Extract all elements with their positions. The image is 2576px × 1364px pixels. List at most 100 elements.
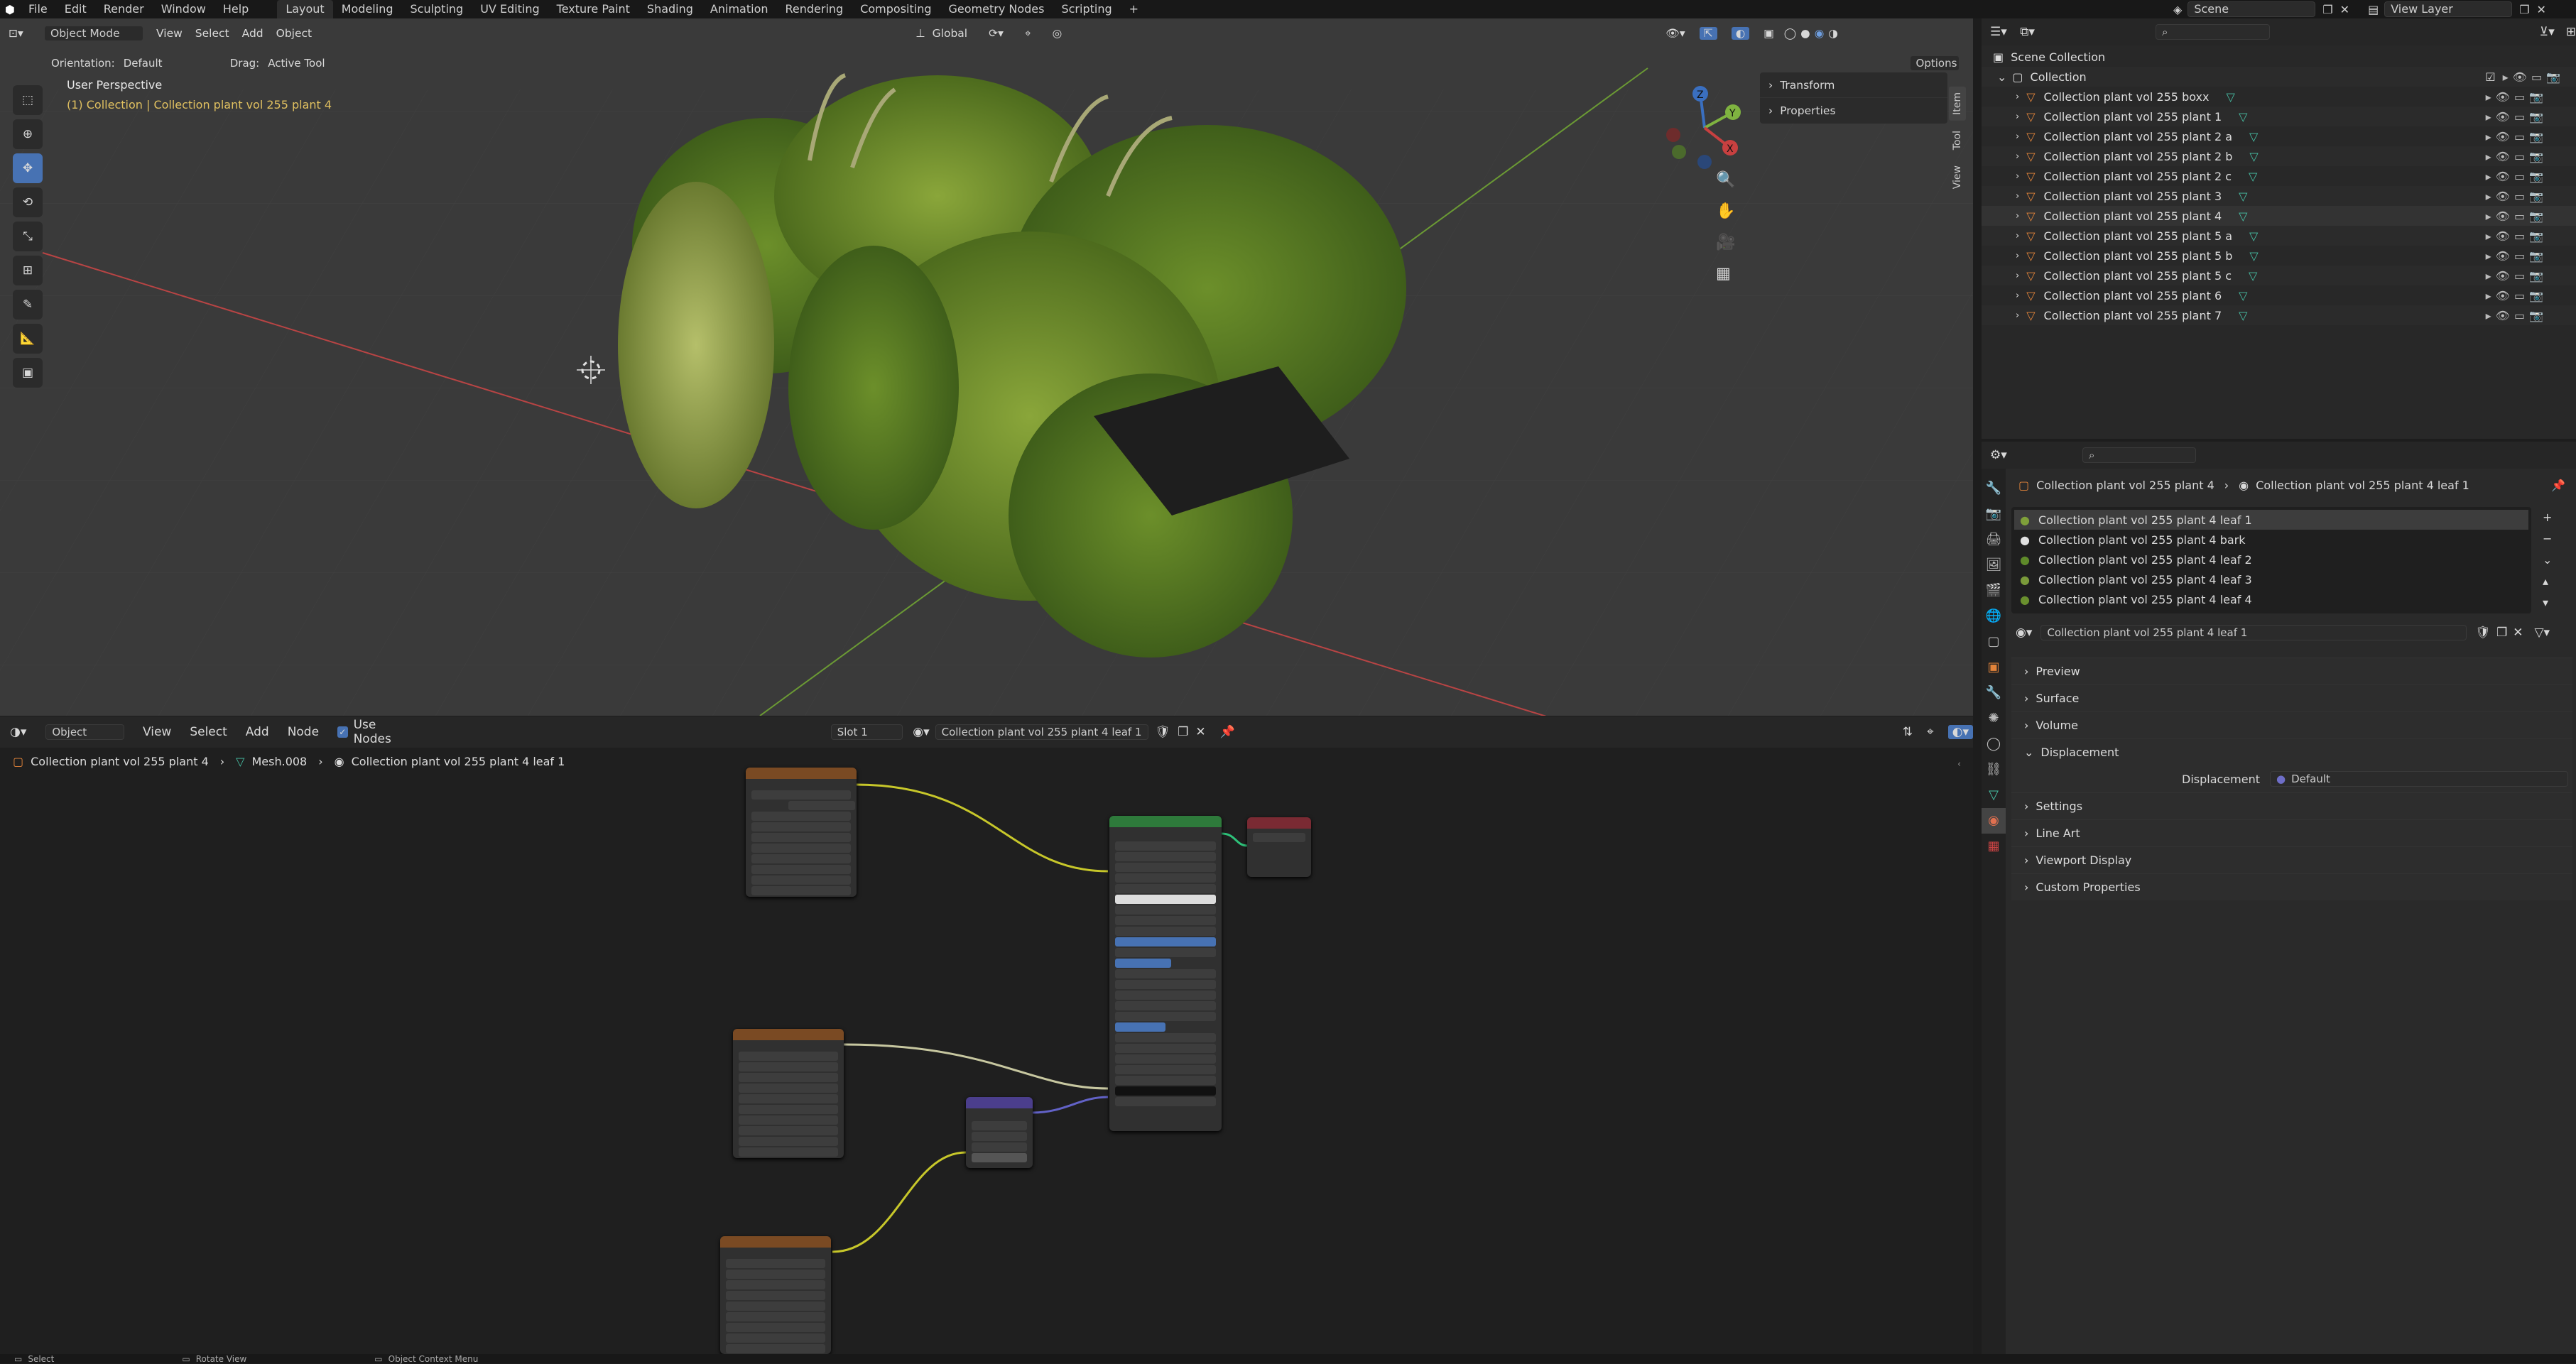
expand-arrow-icon[interactable]: › <box>2016 310 2019 321</box>
render-tab-icon[interactable]: 📷 <box>1982 501 2006 527</box>
row-controls-icon[interactable]: ▸👁▭📷 <box>2486 229 2548 243</box>
move-slot-up-icon[interactable]: ▴ <box>2543 571 2552 592</box>
outliner-row[interactable]: › ▽ Collection plant vol 255 plant 5 b ▽ ▸👁▭… <box>1982 246 2576 266</box>
expand-arrow-icon[interactable]: › <box>2016 290 2019 301</box>
row-controls-icon[interactable]: ▸👁▭📷 <box>2486 249 2548 263</box>
properties-editor[interactable]: ⚙▾ ⌕ 🔧 📷 🖨 🖼 🎬 🌐 ▢ ▣ 🔧 ✺ ◯ ⛓ ▽ ◉ ▦ ▢ Col… <box>1982 442 2576 1354</box>
normal-map-node[interactable] <box>966 1097 1033 1168</box>
sidebar-tab-tool[interactable]: Tool <box>1949 125 1966 156</box>
camera-view-icon[interactable]: 🎥 <box>1716 227 1735 258</box>
ortho-toggle-icon[interactable]: ▦ <box>1716 258 1735 290</box>
panel-settings[interactable]: › Settings <box>2011 792 2572 819</box>
data-tab-icon[interactable]: ▽ <box>1982 782 2006 808</box>
tab-animation[interactable]: Animation <box>702 0 777 18</box>
add-workspace-icon[interactable]: + <box>1121 0 1147 18</box>
fake-user-props-icon[interactable]: 🛡 <box>2475 626 2491 640</box>
expand-arrow-icon[interactable]: › <box>2016 131 2019 142</box>
row-controls-icon[interactable]: ▸👁▭📷 <box>2486 289 2548 302</box>
scene-selector[interactable]: Scene <box>2188 1 2316 17</box>
expand-arrow-icon[interactable]: › <box>2016 191 2019 202</box>
object-tab-icon[interactable]: ▣ <box>1982 655 2006 680</box>
transform-panel[interactable]: › Transform <box>1760 72 1947 98</box>
view-menu[interactable]: View <box>156 27 183 40</box>
add-cube-tool[interactable]: ▣ <box>13 358 43 388</box>
move-tool[interactable]: ✥ <box>13 153 43 183</box>
expand-arrow-icon[interactable]: › <box>2016 92 2019 102</box>
snap-icon[interactable]: ⌖ <box>1025 27 1031 40</box>
image-texture-node-2[interactable] <box>733 1029 844 1158</box>
new-scene-icon[interactable]: ❐ <box>2322 3 2332 16</box>
outliner-display-mode-icon[interactable]: ⧉▾ <box>2020 25 2035 39</box>
shading-material-icon[interactable]: ◉ <box>1815 27 1825 40</box>
tool-tab-icon[interactable]: 🔧 <box>1982 476 2006 501</box>
tab-sculpting[interactable]: Sculpting <box>401 0 472 18</box>
material-slot[interactable]: ● Collection plant vol 255 plant 4 leaf 2 <box>2014 550 2528 569</box>
unlink-props-icon[interactable]: ✕ <box>2513 626 2523 640</box>
outliner-row[interactable]: › ▽ Collection plant vol 255 plant 5 c ▽ ▸👁▭… <box>1982 266 2576 285</box>
new-view-layer-icon[interactable]: ❐ <box>2519 3 2529 16</box>
3d-viewport[interactable]: ⊡▾ Object Mode View Select Add Object ⊥ … <box>0 18 1973 716</box>
collection-tab-icon[interactable]: ▢ <box>1982 629 2006 655</box>
options-dropdown[interactable]: Options <box>1909 55 1960 71</box>
material-slot-list[interactable]: ● Collection plant vol 255 plant 4 leaf 1… <box>2011 507 2531 613</box>
outliner-row[interactable]: › ▽ Collection plant vol 255 plant 6 ▽ ▸👁▭📷 <box>1982 285 2576 305</box>
panel-viewport-display[interactable]: › Viewport Display <box>2011 846 2572 873</box>
particles-tab-icon[interactable]: ✺ <box>1982 706 2006 731</box>
modifier-tab-icon[interactable]: 🔧 <box>1982 680 2006 706</box>
material-output-node[interactable] <box>1247 817 1311 877</box>
menu-file[interactable]: File <box>20 0 56 18</box>
link-type-icon[interactable]: ▽▾ <box>2534 626 2550 640</box>
expand-arrow-icon[interactable]: › <box>2016 151 2019 162</box>
panel-volume[interactable]: › Volume <box>2011 711 2572 738</box>
row-controls-icon[interactable]: ▸👁▭📷 <box>2486 130 2548 143</box>
orientation-value[interactable]: Default <box>124 57 209 70</box>
outliner-type-icon[interactable]: ☰▾ <box>1990 25 2010 39</box>
tab-shading[interactable]: Shading <box>638 0 702 18</box>
select-box-tool[interactable]: ⬚ <box>13 85 43 115</box>
material-slot[interactable]: ● Collection plant vol 255 plant 4 bark <box>2014 530 2528 550</box>
sidebar-tab-item[interactable]: Item <box>1949 87 1966 121</box>
tab-modeling[interactable]: Modeling <box>333 0 402 18</box>
row-controls-icon[interactable]: ▸👁▭📷 <box>2486 110 2548 124</box>
texture-tab-icon[interactable]: ▦ <box>1982 834 2006 859</box>
duplicate-props-icon[interactable]: ❐ <box>2496 626 2507 640</box>
material-slot[interactable]: ● Collection plant vol 255 plant 4 leaf 1 <box>2014 510 2528 530</box>
menu-window[interactable]: Window <box>153 0 214 18</box>
outliner-row[interactable]: › ▽ Collection plant vol 255 plant 2 c ▽ ▸👁▭… <box>1982 166 2576 186</box>
properties-type-icon[interactable]: ⚙▾ <box>1990 448 2018 462</box>
menu-help[interactable]: Help <box>214 0 257 18</box>
xray-icon[interactable]: ▣ <box>1763 27 1774 40</box>
move-slot-down-icon[interactable]: ▾ <box>2543 592 2552 613</box>
measure-tool[interactable]: 📐 <box>13 324 43 354</box>
visibility-icon[interactable]: 👁▾ <box>1665 27 1685 40</box>
outliner-row[interactable]: › ▽ Collection plant vol 255 plant 2 a ▽ ▸👁▭… <box>1982 126 2576 146</box>
tab-uv-editing[interactable]: UV Editing <box>472 0 548 18</box>
view-layer-tab-icon[interactable]: 🖼 <box>1982 552 2006 578</box>
slot-specials-icon[interactable]: ⌄ <box>2543 550 2552 571</box>
new-collection-icon[interactable]: ⊞ <box>2566 25 2576 39</box>
shading-solid-icon[interactable]: ● <box>1800 27 1810 40</box>
outliner-row[interactable]: › ▽ Collection plant vol 255 plant 1 ▽ ▸👁▭📷 <box>1982 107 2576 126</box>
drag-value[interactable]: Active Tool <box>268 57 325 70</box>
sidebar-tab-view[interactable]: View <box>1949 160 1966 195</box>
pivot-dropdown-icon[interactable]: ⟳▾ <box>989 27 1004 40</box>
row-controls-icon[interactable]: ▸👁▭📷 <box>2486 209 2548 223</box>
blender-logo-icon[interactable]: ⬢ <box>0 3 20 16</box>
image-texture-node-3[interactable] <box>720 1236 831 1354</box>
transform-orientation-dropdown[interactable]: Global <box>933 27 967 40</box>
expand-arrow-icon[interactable]: › <box>2016 231 2019 241</box>
annotate-tool[interactable]: ✎ <box>13 290 43 320</box>
material-browse-props-icon[interactable]: ◉▾ <box>2016 626 2032 640</box>
menu-render[interactable]: Render <box>95 0 153 18</box>
displacement-method-dropdown[interactable]: ● Default <box>2270 771 2568 787</box>
material-tab-icon[interactable]: ◉ <box>1982 808 2006 834</box>
panel-displacement[interactable]: ⌄ Displacement <box>2011 738 2572 765</box>
delete-view-layer-icon[interactable]: ✕ <box>2537 3 2546 16</box>
principled-bsdf-node[interactable] <box>1109 816 1222 1131</box>
shading-rendered-icon[interactable]: ◑ <box>1828 27 1838 40</box>
row-controls-icon[interactable]: ▸👁▭📷 <box>2486 190 2548 203</box>
delete-scene-icon[interactable]: ✕ <box>2340 3 2349 16</box>
image-texture-node-1[interactable] <box>746 768 857 897</box>
collection-row[interactable]: ⌄ ▢ Collection ☑ ▸👁▭📷 <box>1982 67 2576 87</box>
cursor-tool[interactable]: ⊕ <box>13 119 43 149</box>
